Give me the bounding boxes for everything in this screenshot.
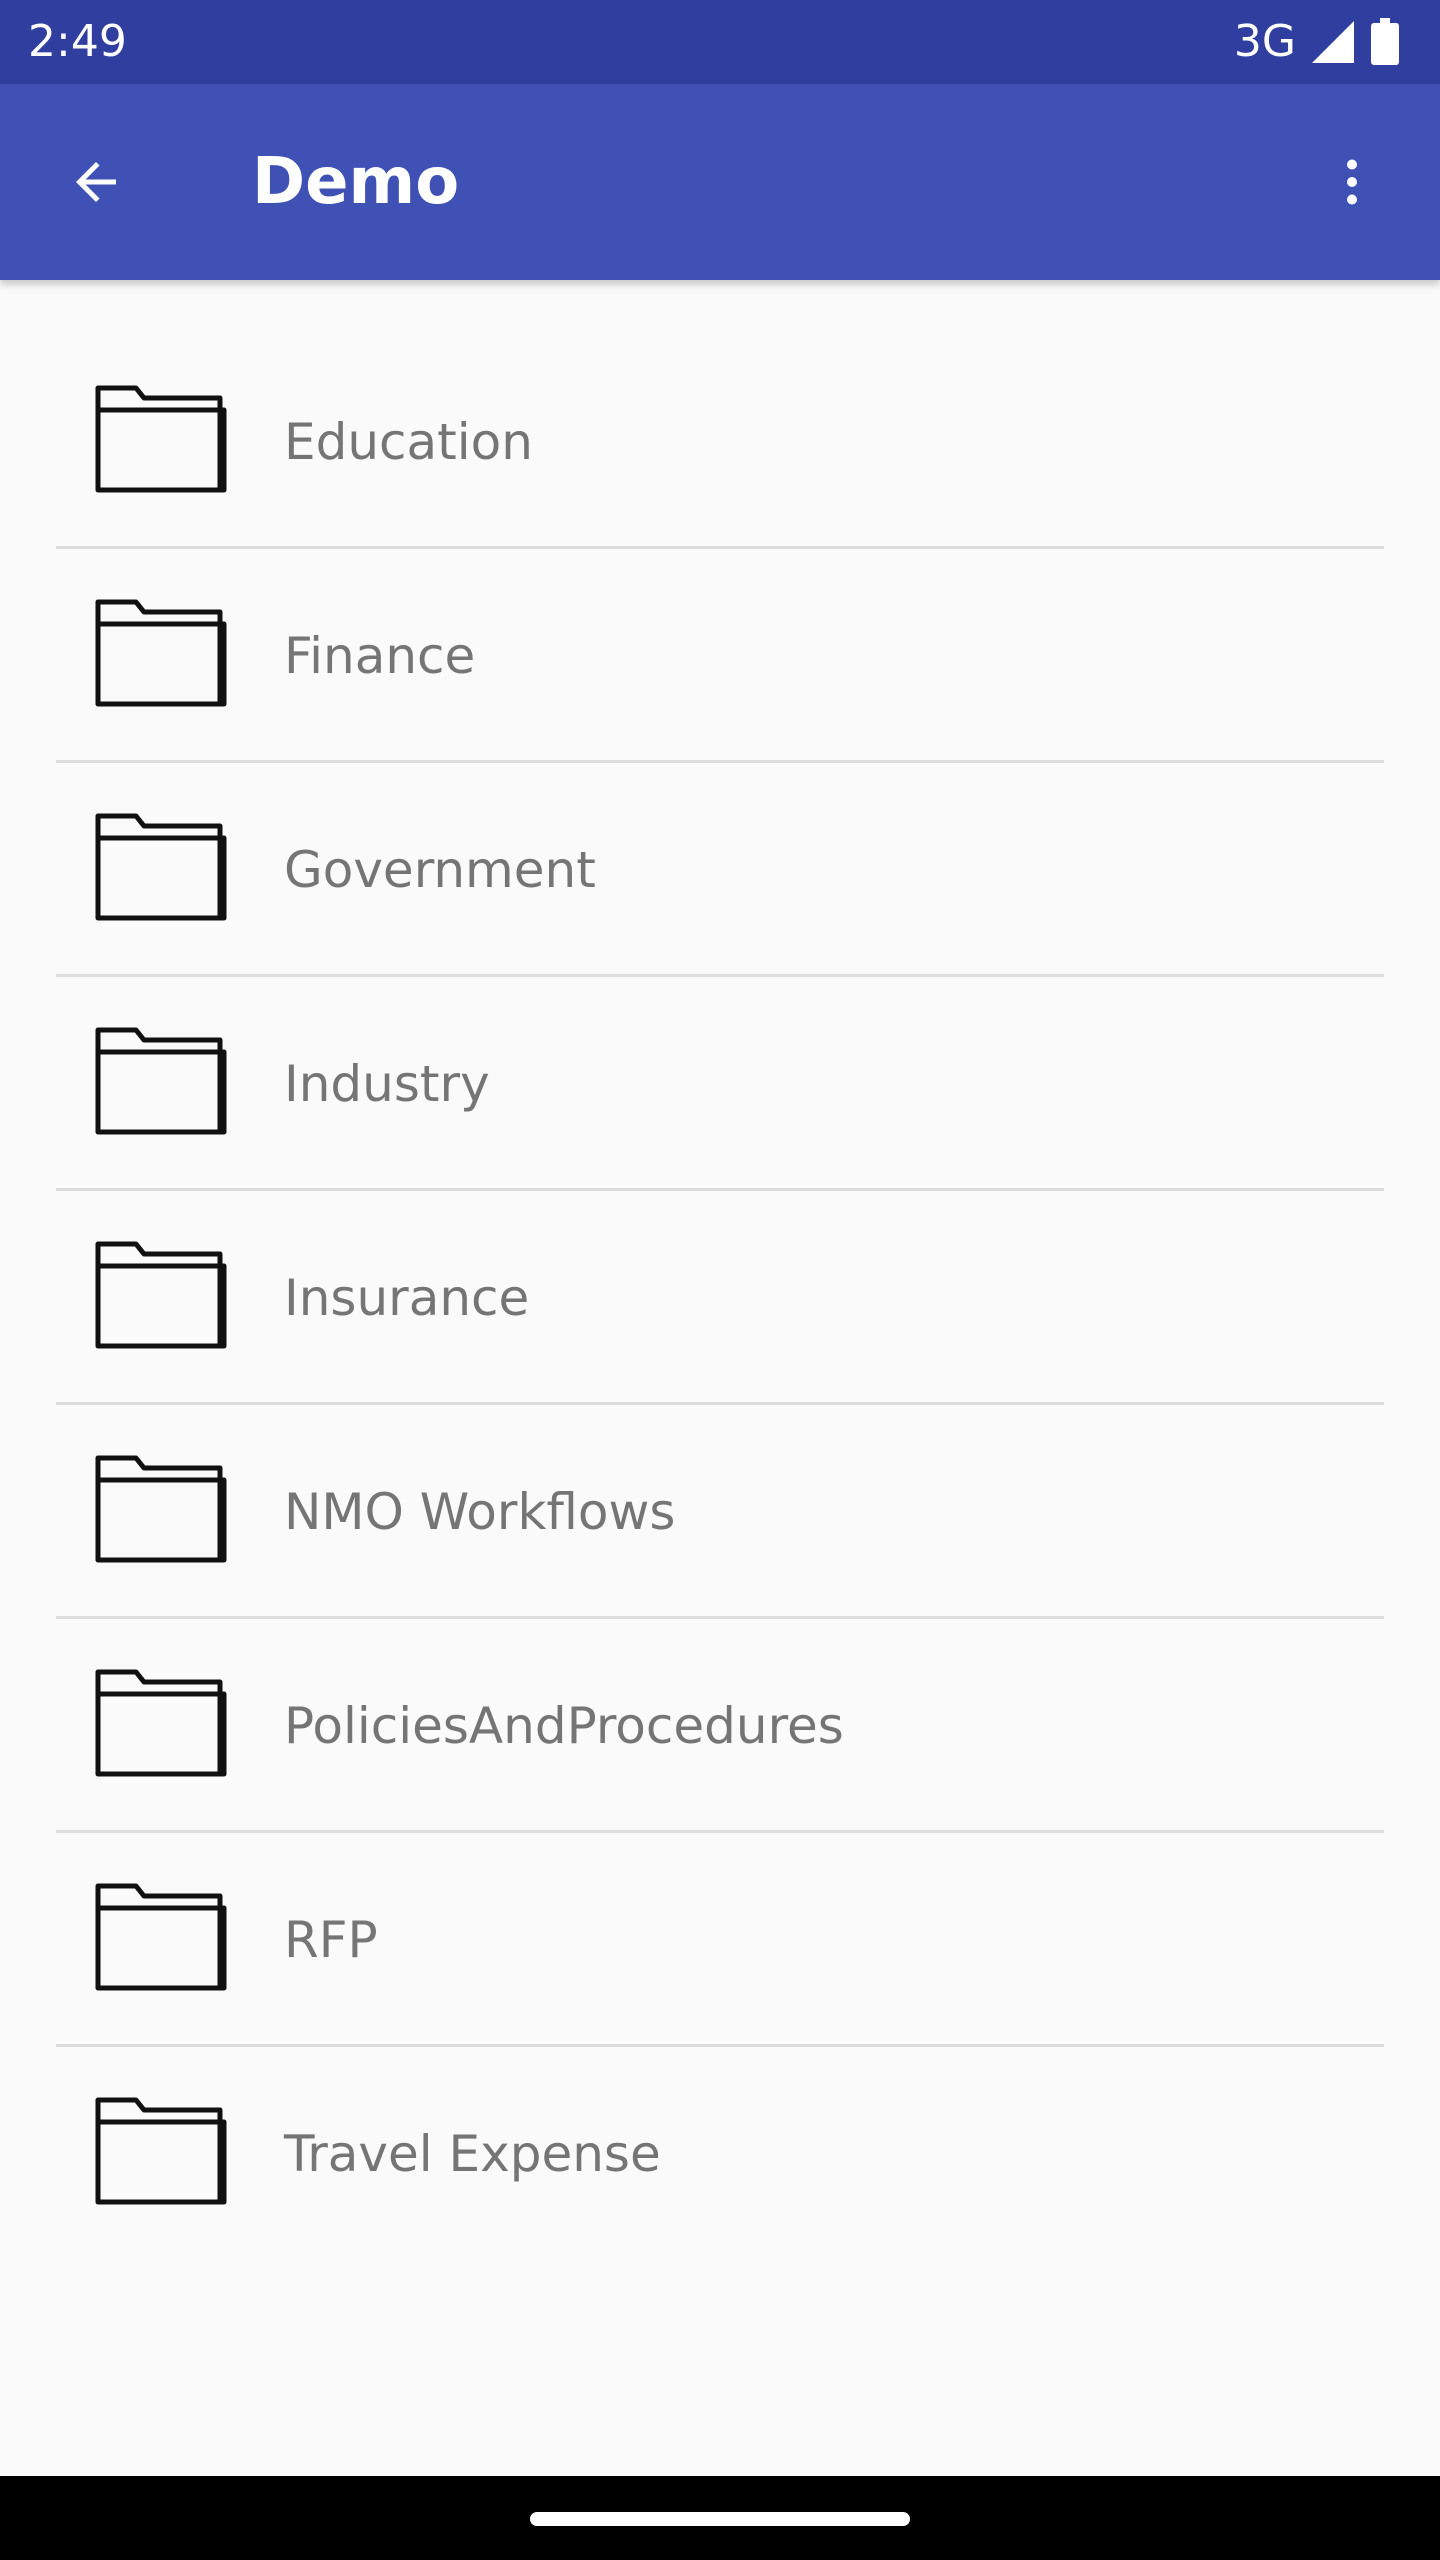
folder-label: Finance bbox=[284, 627, 476, 685]
app-bar: Demo bbox=[0, 84, 1440, 280]
folder-icon bbox=[95, 2097, 227, 2205]
status-time: 2:49 bbox=[28, 16, 127, 67]
divider bbox=[56, 760, 1384, 763]
folder-label: PoliciesAndProcedures bbox=[284, 1697, 844, 1755]
folder-icon bbox=[95, 1455, 227, 1563]
folder-label: Education bbox=[284, 413, 533, 471]
home-gesture-handle[interactable] bbox=[530, 2512, 910, 2526]
overflow-menu-button[interactable] bbox=[1304, 134, 1400, 230]
folder-icon bbox=[95, 1241, 227, 1349]
arrow-back-icon bbox=[76, 162, 116, 202]
folder-icon bbox=[95, 1027, 227, 1135]
divider bbox=[56, 1402, 1384, 1405]
folder-label: NMO Workflows bbox=[284, 1483, 676, 1541]
folder-icon bbox=[95, 813, 227, 921]
divider bbox=[56, 1616, 1384, 1619]
list-item-folder[interactable]: Government bbox=[0, 764, 1440, 976]
status-indicators: 3G bbox=[1234, 0, 1400, 84]
more-vert-icon bbox=[1347, 159, 1357, 205]
list-item-folder[interactable]: Travel Expense bbox=[0, 2048, 1440, 2260]
folder-icon bbox=[95, 1669, 227, 1777]
battery-icon bbox=[1371, 18, 1399, 65]
status-bar: 2:49 3G bbox=[0, 0, 1440, 84]
folder-label: Government bbox=[284, 841, 596, 899]
list-item-folder[interactable]: PoliciesAndProcedures bbox=[0, 1620, 1440, 1832]
folder-icon bbox=[95, 1883, 227, 1991]
list-item-folder[interactable]: RFP bbox=[0, 1834, 1440, 2046]
back-button[interactable] bbox=[48, 134, 144, 230]
list-item-folder[interactable]: NMO Workflows bbox=[0, 1406, 1440, 1618]
cell-signal-icon bbox=[1312, 21, 1354, 63]
divider bbox=[56, 1830, 1384, 1833]
list-item-folder[interactable]: Insurance bbox=[0, 1192, 1440, 1404]
page-title: Demo bbox=[252, 145, 460, 219]
list-item-folder[interactable]: Education bbox=[0, 336, 1440, 548]
folder-label: Insurance bbox=[284, 1269, 530, 1327]
network-type: 3G bbox=[1233, 16, 1296, 67]
folder-icon bbox=[95, 385, 227, 493]
divider bbox=[56, 1188, 1384, 1191]
folder-label: Industry bbox=[284, 1055, 490, 1113]
list-item-folder[interactable]: Finance bbox=[0, 550, 1440, 762]
folder-label: Travel Expense bbox=[284, 2125, 661, 2183]
divider bbox=[56, 546, 1384, 549]
list-item-folder[interactable]: Industry bbox=[0, 978, 1440, 1190]
divider bbox=[56, 974, 1384, 977]
divider bbox=[56, 2044, 1384, 2047]
system-nav-bar bbox=[0, 2476, 1440, 2560]
folder-icon bbox=[95, 599, 227, 707]
folder-label: RFP bbox=[284, 1911, 378, 1969]
